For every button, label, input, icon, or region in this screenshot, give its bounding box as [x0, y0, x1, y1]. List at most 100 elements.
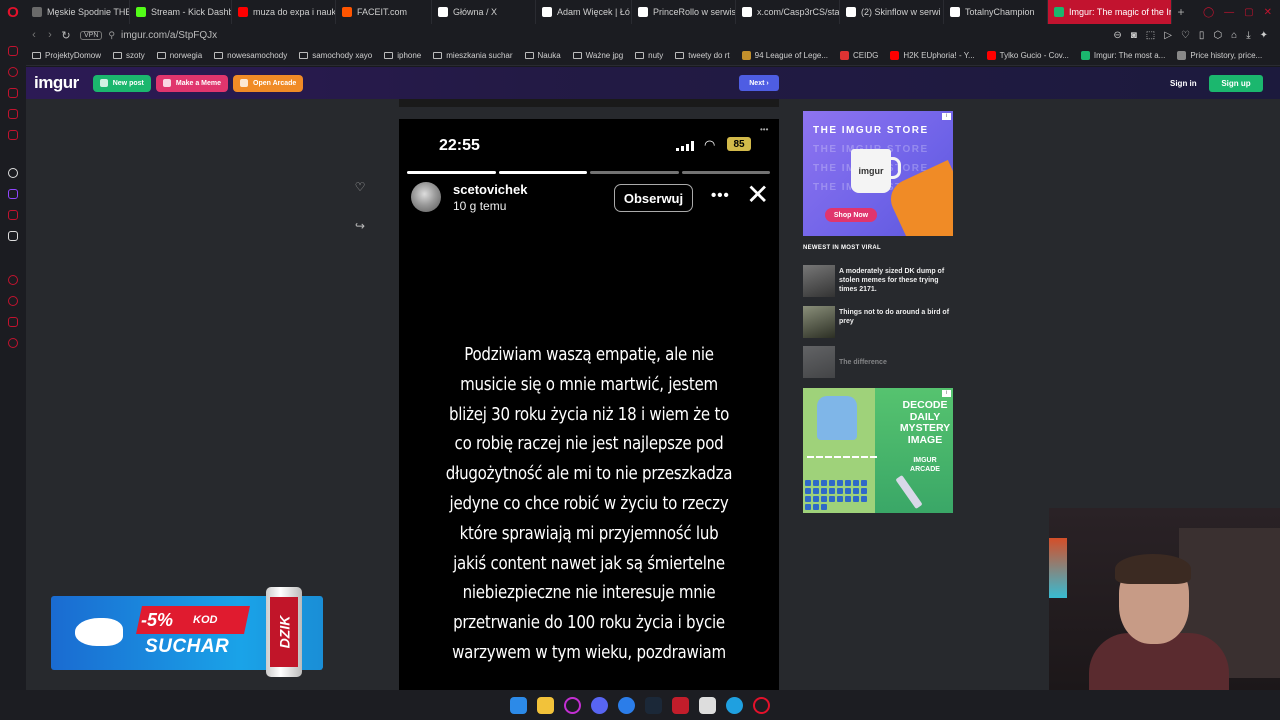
aria-icon[interactable]	[8, 67, 18, 77]
forward-icon[interactable]: ›	[42, 29, 58, 41]
imgur-logo[interactable]: imgur	[34, 73, 79, 93]
extensions-icon[interactable]: ⬡	[1213, 30, 1222, 41]
reload-icon[interactable]: ↻	[58, 29, 74, 42]
heart-icon[interactable]: ♡	[350, 177, 370, 197]
search-tabs-icon[interactable]: ◯	[1203, 7, 1214, 18]
sign-up-button[interactable]: Sign up	[1209, 75, 1263, 92]
bookmark-favicon-icon	[1177, 51, 1187, 60]
sign-in-link[interactable]: Sign in	[1170, 79, 1197, 88]
maximize-icon[interactable]: ▢	[1244, 7, 1253, 18]
bookmark-item[interactable]: iphone	[378, 51, 427, 60]
folder-icon	[384, 52, 394, 59]
browser-tab[interactable]: PrinceRollo w serwis	[632, 0, 736, 24]
pinboard-icon[interactable]	[8, 130, 18, 140]
shield-icon[interactable]	[672, 696, 689, 714]
clock-icon[interactable]	[8, 296, 18, 306]
viral-item[interactable]: Things not to do around a bird of prey	[803, 306, 953, 338]
bookmark-item[interactable]: Imgur: The most a...	[1075, 51, 1171, 60]
open-arcade-button[interactable]: Open Arcade	[233, 74, 304, 92]
share-icon[interactable]: ↪	[350, 216, 370, 236]
opera-icon[interactable]	[753, 696, 770, 714]
edge-icon[interactable]	[726, 696, 743, 714]
browser-tab[interactable]: Główna / X	[432, 0, 536, 24]
browser-tab[interactable]: Stream - Kick Dashbo	[130, 0, 232, 24]
vpn-badge[interactable]: VPN	[80, 30, 103, 40]
site-info-icon[interactable]: ⚲	[108, 30, 115, 41]
browser-tab[interactable]: TotalnyChampion	[944, 0, 1048, 24]
new-post-button[interactable]: New post	[92, 74, 151, 92]
bookmark-item[interactable]: Ważne jpg	[567, 51, 630, 60]
downloads-sidebar-icon[interactable]	[8, 317, 18, 327]
browser-tab[interactable]: muza do expa i nauki	[232, 0, 336, 24]
steam-icon[interactable]	[645, 696, 662, 714]
player-icon[interactable]	[8, 210, 18, 220]
opera-logo-icon[interactable]: O	[0, 0, 26, 24]
bookmark-item[interactable]: Tylko Gucio - Cov...	[981, 51, 1075, 60]
camera-icon[interactable]: ◙	[1131, 30, 1137, 41]
bookmark-item[interactable]: norwegia	[151, 51, 208, 60]
ad-choices-icon[interactable]: i	[942, 113, 951, 120]
battery-indicator: 85	[727, 137, 751, 151]
next-post-button[interactable]: Next ›	[739, 75, 779, 91]
bookmark-label: Nauka	[537, 51, 561, 60]
browser-tab[interactable]: Adam Więcek | Łó	[536, 0, 632, 24]
bookmark-item[interactable]: Nauka	[519, 51, 567, 60]
energy-drink-can: DZIK	[266, 587, 302, 677]
chatgpt-icon[interactable]	[8, 168, 18, 178]
lightshot-icon[interactable]	[618, 696, 635, 714]
browser-tab[interactable]: x.com/Casp3rCS/sta	[736, 0, 840, 24]
browser-tab[interactable]: FACEIT.com	[336, 0, 432, 24]
bookmark-item[interactable]: mieszkania suchar	[427, 51, 518, 60]
new-tab-button[interactable]: +	[1172, 5, 1190, 19]
flow-icon[interactable]: ⌂	[1231, 30, 1237, 41]
bookmark-item[interactable]: Price history, price...	[1171, 51, 1268, 60]
twitch-icon[interactable]	[8, 189, 18, 199]
imgur-arcade-ad[interactable]: i DECODE DAILY MYSTERY IMAGE IMGUR ARCAD…	[803, 388, 953, 513]
x-icon[interactable]	[8, 231, 18, 241]
bookmark-heart-icon[interactable]: ♡	[1181, 30, 1190, 41]
bookmark-item[interactable]: nowesamochody	[208, 51, 293, 60]
bookmark-label: szoty	[126, 51, 145, 60]
bookmark-item[interactable]: ProjektyDomow	[26, 51, 107, 60]
viral-item[interactable]: The difference	[803, 346, 953, 378]
file-explorer-icon[interactable]	[537, 696, 554, 714]
start-icon[interactable]	[510, 696, 527, 714]
bookmark-item[interactable]: CEIDG	[834, 51, 884, 60]
snapshot-icon[interactable]: ⬚	[1146, 30, 1155, 41]
opera-gx-icon[interactable]	[564, 696, 581, 714]
image-menu-icon[interactable]: •••	[760, 125, 768, 134]
bookmark-item[interactable]: tweety do rt	[669, 51, 735, 60]
viral-item[interactable]: A moderately sized DK dump of stolen mem…	[803, 265, 953, 297]
shopping-icon[interactable]	[8, 88, 18, 98]
ai-icon[interactable]: ✦	[1260, 30, 1268, 41]
minimize-icon[interactable]: —	[1224, 7, 1234, 18]
notepad-icon[interactable]	[699, 696, 716, 714]
tab-favicon-icon	[950, 7, 960, 17]
bookmark-item[interactable]: samochody xayo	[293, 51, 378, 60]
downloads-icon[interactable]: ⤓	[1246, 30, 1250, 41]
browser-tab[interactable]: Imgur: The magic of the Int	[1048, 0, 1172, 24]
messenger-icon[interactable]	[8, 46, 18, 56]
bookmark-item[interactable]: H2K EUphoria! - Y...	[884, 51, 980, 60]
close-window-icon[interactable]: ✕	[1264, 7, 1272, 18]
bookmark-item[interactable]: szoty	[107, 51, 151, 60]
imgur-store-ad[interactable]: i THE IMGUR STORE THE IMGUR STORE THE IM…	[803, 111, 953, 236]
ad-choices-icon[interactable]: i	[942, 390, 951, 397]
back-icon[interactable]: ‹	[26, 29, 42, 41]
shop-now-button[interactable]: Shop Now	[825, 208, 877, 222]
tab-label: Imgur: The magic of the Int	[1069, 7, 1172, 17]
discord-icon[interactable]	[591, 696, 608, 714]
zoom-icon[interactable]: ⊖	[1113, 30, 1121, 41]
play-icon[interactable]: ▷	[1164, 30, 1172, 41]
bookmark-label: CEIDG	[853, 51, 879, 60]
browser-tab[interactable]: Męskie Spodnie THE	[26, 0, 130, 24]
sidebar-icon[interactable]: ▯	[1199, 30, 1205, 41]
bookmark-item[interactable]: nuty	[629, 51, 669, 60]
settings-icon[interactable]	[8, 338, 18, 348]
make-a-meme-button[interactable]: Make a Meme	[155, 74, 228, 92]
browser-tab[interactable]: (2) Skinflow w serwi	[840, 0, 944, 24]
bookmark-item[interactable]: 94 League of Lege...	[736, 51, 834, 60]
wallet-icon[interactable]	[8, 109, 18, 119]
url-field[interactable]: imgur.com/a/StpFQJx	[121, 30, 217, 41]
history-icon[interactable]	[8, 275, 18, 285]
